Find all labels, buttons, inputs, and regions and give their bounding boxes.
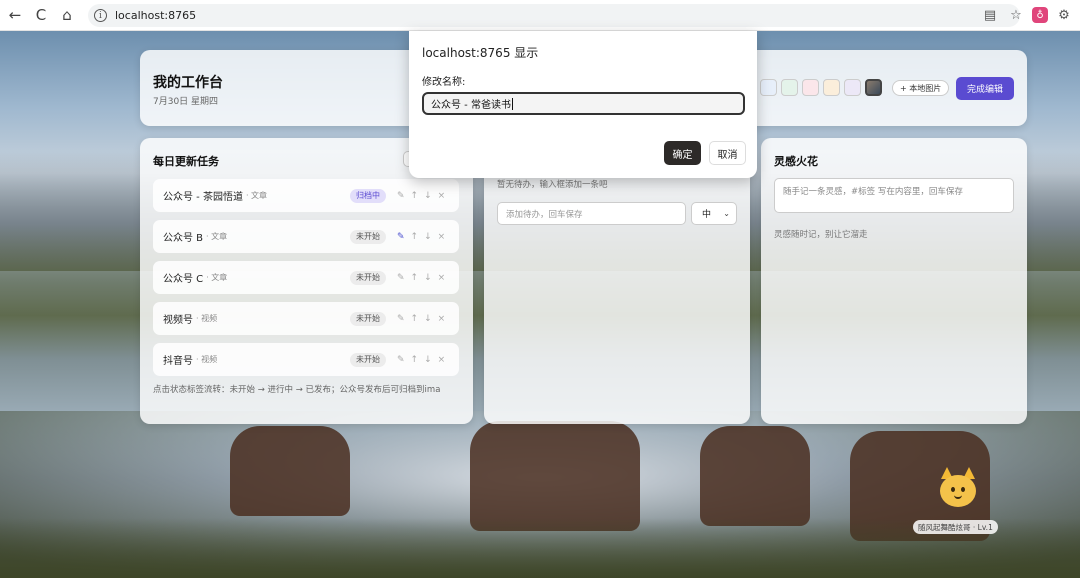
move-up-icon[interactable]: ↑ — [411, 355, 419, 365]
url-text: localhost:8765 — [115, 9, 197, 22]
delete-icon[interactable]: × — [438, 314, 446, 324]
reload-icon[interactable]: C — [30, 4, 52, 26]
move-up-icon[interactable]: ↑ — [411, 314, 419, 324]
ok-button[interactable]: 确定 — [664, 141, 701, 165]
home-icon[interactable]: ⌂ — [56, 4, 78, 26]
rename-input-value: 公众号 - 常爸读书 — [431, 100, 511, 111]
delete-icon[interactable]: × — [438, 355, 446, 365]
task-type: · 视频 — [196, 355, 218, 364]
ideas-card: 灵感火花 随手记一条灵感，#标签 写在内容里，回车保存 灵感随时记，别让它溜走 — [761, 138, 1027, 424]
move-up-icon[interactable]: ↑ — [411, 273, 419, 283]
task-name: 公众号 C — [163, 274, 204, 285]
ideas-title: 灵感火花 — [774, 155, 818, 168]
todo-empty-text: 暂无待办，输入框添加一条吧 — [497, 180, 608, 190]
edit-icon[interactable]: ✎ — [397, 355, 405, 365]
mascot-body — [940, 475, 976, 507]
task-row[interactable]: 公众号 B · 文章 未开始 ✎ ↑ ↓ × — [153, 220, 459, 253]
task-row[interactable]: 公众号 - 茶园悟道 · 文章 归档中 ✎ ↑ ↓ × — [153, 179, 459, 212]
todo-card: 暂无待办，输入框添加一条吧 添加待办，回车保存 中 ⌄ — [484, 138, 750, 424]
extension-icon[interactable]: ♁ — [1032, 7, 1048, 23]
task-type: · 文章 — [206, 273, 228, 282]
image-swatch[interactable] — [865, 79, 882, 96]
status-badge[interactable]: 归档中 — [350, 188, 386, 203]
mascot-label: 随风起舞酷炫哥 · Lv.1 — [913, 520, 998, 534]
move-down-icon[interactable]: ↓ — [424, 355, 432, 365]
tasks-hint: 点击状态标签流转：未开始 → 进行中 → 已发布；公众号发布后可归档到ima — [153, 385, 441, 395]
date-label: 7月30日 星期四 — [153, 97, 219, 107]
page-title: 我的工作台 — [153, 75, 223, 91]
move-up-icon[interactable]: ↑ — [411, 232, 419, 242]
todo-input[interactable]: 添加待办，回车保存 — [497, 202, 686, 225]
swatch[interactable] — [760, 79, 777, 96]
horse-shape — [700, 426, 810, 526]
status-badge[interactable]: 未开始 — [350, 352, 386, 367]
dialog-title: localhost:8765 显示 — [422, 46, 539, 60]
local-image-button[interactable]: + 本地图片 — [892, 80, 950, 96]
browser-toolbar: ← C ⌂ i localhost:8765 ▤ ☆ ♁ ⚙ — [0, 0, 1080, 31]
task-row[interactable]: 公众号 C · 文章 未开始 ✎ ↑ ↓ × — [153, 261, 459, 294]
rename-input[interactable]: 公众号 - 常爸读书 — [422, 92, 745, 115]
address-bar[interactable]: i localhost:8765 — [88, 4, 1020, 27]
tasks-title: 每日更新任务 — [153, 155, 219, 168]
move-down-icon[interactable]: ↓ — [424, 191, 432, 201]
status-badge[interactable]: 未开始 — [350, 270, 386, 285]
priority-value: 中 — [702, 210, 712, 220]
reading-mode-icon[interactable]: ▤ — [980, 5, 1000, 25]
horse-shape — [470, 421, 640, 531]
priority-select[interactable]: 中 ⌄ — [691, 202, 737, 225]
chevron-down-icon: ⌄ — [723, 209, 730, 218]
task-name: 视频号 — [163, 315, 193, 326]
idea-input[interactable]: 随手记一条灵感，#标签 写在内容里，回车保存 — [774, 178, 1014, 213]
rename-dialog: localhost:8765 显示 修改名称: 公众号 - 常爸读书 确定 取消 — [409, 31, 757, 178]
task-type: · 视频 — [196, 314, 218, 323]
bookmark-star-icon[interactable]: ☆ — [1006, 5, 1026, 25]
back-icon[interactable]: ← — [4, 4, 26, 26]
swatch[interactable] — [844, 79, 861, 96]
task-name: 公众号 B — [163, 233, 204, 244]
done-editing-button[interactable]: 完成编辑 — [956, 77, 1014, 100]
delete-icon[interactable]: × — [438, 273, 446, 283]
edit-icon[interactable]: ✎ — [397, 232, 405, 242]
ideas-hint: 灵感随时记，别让它溜走 — [774, 230, 868, 240]
theme-swatches — [760, 79, 882, 96]
move-down-icon[interactable]: ↓ — [424, 273, 432, 283]
mascot-eye — [951, 487, 955, 492]
mascot-eye — [961, 487, 965, 492]
text-caret — [511, 97, 513, 110]
task-name: 公众号 - 茶园悟道 — [163, 192, 243, 203]
task-type: · 文章 — [206, 232, 228, 241]
dialog-label: 修改名称: — [422, 77, 466, 88]
swatch[interactable] — [802, 79, 819, 96]
delete-icon[interactable]: × — [438, 191, 446, 201]
task-row[interactable]: 视频号 · 视频 未开始 ✎ ↑ ↓ × — [153, 302, 459, 335]
task-name: 抖音号 — [163, 356, 193, 367]
horse-shape — [230, 426, 350, 516]
task-row[interactable]: 抖音号 · 视频 未开始 ✎ ↑ ↓ × — [153, 343, 459, 376]
edit-icon[interactable]: ✎ — [397, 191, 405, 201]
delete-icon[interactable]: × — [438, 232, 446, 242]
mascot-icon[interactable] — [937, 467, 979, 509]
move-down-icon[interactable]: ↓ — [424, 232, 432, 242]
task-type: · 文章 — [245, 191, 268, 200]
swatch[interactable] — [781, 79, 798, 96]
cancel-button[interactable]: 取消 — [709, 141, 746, 165]
edit-icon[interactable]: ✎ — [397, 273, 405, 283]
daily-tasks-card: 每日更新任务 公众号 - 茶园悟道 · 文章 归档中 ✎ ↑ ↓ × 公众号 B · … — [140, 138, 473, 424]
extensions-puzzle-icon[interactable]: ⚙ — [1054, 5, 1074, 25]
edit-icon[interactable]: ✎ — [397, 314, 405, 324]
info-icon[interactable]: i — [94, 9, 107, 22]
status-badge[interactable]: 未开始 — [350, 229, 386, 244]
swatch[interactable] — [823, 79, 840, 96]
status-badge[interactable]: 未开始 — [350, 311, 386, 326]
move-up-icon[interactable]: ↑ — [411, 191, 419, 201]
move-down-icon[interactable]: ↓ — [424, 314, 432, 324]
